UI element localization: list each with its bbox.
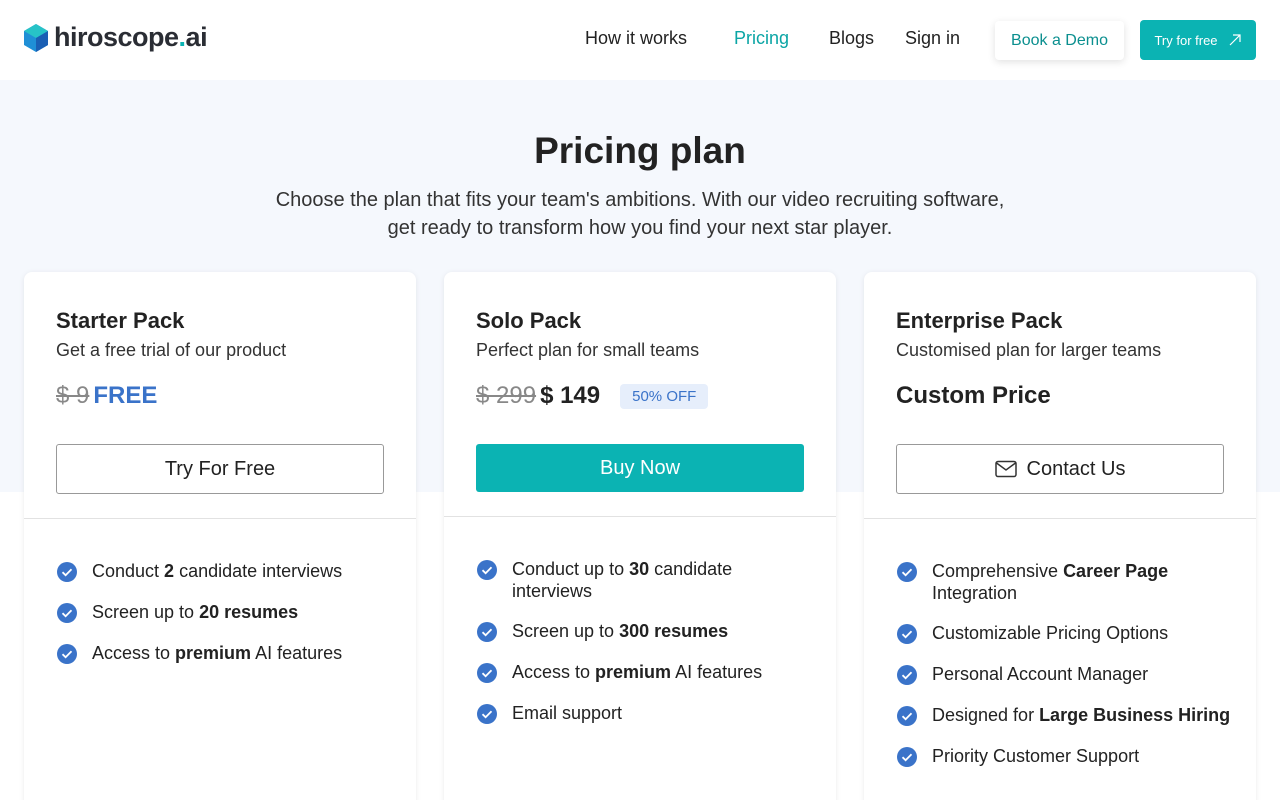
check-circle-icon — [57, 603, 77, 623]
page-subtitle: Choose the plan that fits your team's am… — [275, 189, 1005, 239]
plan-subtitle: Get a free trial of our product — [56, 340, 287, 360]
feature-text: Access to premium AI features — [512, 662, 763, 682]
check-circle-icon — [477, 560, 497, 580]
list-item: Access to premium AI features — [476, 661, 816, 684]
nav-pricing[interactable]: Pricing — [734, 28, 789, 49]
feature-text: Customizable Pricing Options — [932, 623, 1169, 643]
page-title: Pricing plan — [534, 130, 746, 171]
list-item: Customizable Pricing Options — [896, 622, 1236, 645]
list-item: Email support — [476, 702, 816, 725]
nav-sign-in[interactable]: Sign in — [905, 28, 960, 49]
feature-text: Conduct up to 30 candidate interviews — [512, 559, 733, 601]
check-circle-icon — [477, 663, 497, 683]
divider — [444, 516, 836, 517]
check-circle-icon — [57, 644, 77, 664]
price-row: $ 299 $ 149 50% OFF — [476, 382, 709, 410]
feature-text: Priority Customer Support — [932, 746, 1140, 766]
check-circle-icon — [897, 706, 917, 726]
list-item: Conduct up to 30 candidate interviews — [476, 558, 816, 602]
divider — [24, 518, 416, 519]
feature-list: Comprehensive Career Page Integration Cu… — [896, 560, 1236, 786]
logo-text: hiroscope.ai — [54, 22, 208, 52]
check-circle-icon — [57, 562, 77, 582]
list-item: Designed for Large Business Hiring — [896, 704, 1236, 727]
check-circle-icon — [897, 665, 917, 685]
check-circle-icon — [477, 704, 497, 724]
plan-title: Starter Pack — [56, 308, 185, 333]
plan-title: Solo Pack — [476, 308, 582, 333]
check-circle-icon — [477, 622, 497, 642]
site-header: hiroscope.ai How it works Pricing Blogs … — [0, 0, 1280, 80]
book-demo-button[interactable]: Book a Demo — [995, 21, 1124, 60]
feature-text: Access to premium AI features — [92, 643, 343, 663]
price-row: $ 9 FREE — [56, 382, 157, 410]
logo[interactable]: hiroscope.ai — [24, 22, 208, 53]
arrow-up-right-icon — [1229, 34, 1241, 46]
contact-us-button[interactable]: Contact Us — [896, 444, 1224, 494]
contact-us-label: Contact Us — [1026, 457, 1126, 480]
list-item: Screen up to 20 resumes — [56, 601, 396, 624]
list-item: Screen up to 300 resumes — [476, 620, 816, 643]
divider — [864, 518, 1256, 519]
mail-icon — [994, 460, 1017, 478]
feature-list: Conduct up to 30 candidate interviews Sc… — [476, 558, 816, 743]
price-row: Custom Price — [896, 382, 1051, 410]
list-item: Personal Account Manager — [896, 663, 1236, 686]
custom-price: Custom Price — [896, 382, 1051, 409]
list-item: Priority Customer Support — [896, 745, 1236, 768]
check-circle-icon — [897, 747, 917, 767]
feature-text: Comprehensive Career Page Integration — [932, 561, 1169, 603]
discount-badge: 50% OFF — [620, 383, 709, 409]
check-circle-icon — [897, 624, 917, 644]
buy-now-button[interactable]: Buy Now — [476, 444, 804, 492]
try-free-button[interactable]: Try for free — [1140, 20, 1256, 60]
plan-card-starter: Starter Pack Get a free trial of our pro… — [24, 272, 416, 800]
original-price: $ 299 — [476, 382, 537, 409]
nav-blogs[interactable]: Blogs — [829, 28, 874, 49]
plan-subtitle: Perfect plan for small teams — [476, 340, 700, 360]
try-for-free-button[interactable]: Try For Free — [56, 444, 384, 494]
original-price: $ 9 — [56, 382, 90, 409]
plan-title: Enterprise Pack — [896, 308, 1063, 333]
plan-subtitle: Customised plan for larger teams — [896, 340, 1162, 360]
list-item: Conduct 2 candidate interviews — [56, 560, 396, 583]
feature-list: Conduct 2 candidate interviews Screen up… — [56, 560, 396, 683]
plan-card-enterprise: Enterprise Pack Customised plan for larg… — [864, 272, 1256, 800]
feature-text: Conduct 2 candidate interviews — [92, 561, 343, 581]
feature-text: Screen up to 300 resumes — [512, 621, 729, 641]
feature-text: Personal Account Manager — [932, 664, 1149, 684]
try-free-label: Try for free — [1154, 32, 1218, 48]
nav-how-it-works[interactable]: How it works — [585, 28, 687, 49]
list-item: Access to premium AI features — [56, 642, 396, 665]
feature-text: Screen up to 20 resumes — [92, 602, 299, 622]
current-price: FREE — [93, 382, 158, 409]
check-circle-icon — [897, 562, 917, 582]
feature-text: Email support — [512, 703, 623, 723]
current-price: $ 149 — [540, 382, 601, 409]
hexagon-logo-icon — [24, 23, 48, 52]
list-item: Comprehensive Career Page Integration — [896, 560, 1236, 604]
feature-text: Designed for Large Business Hiring — [932, 705, 1231, 725]
plan-card-solo: Solo Pack Perfect plan for small teams $… — [444, 272, 836, 800]
